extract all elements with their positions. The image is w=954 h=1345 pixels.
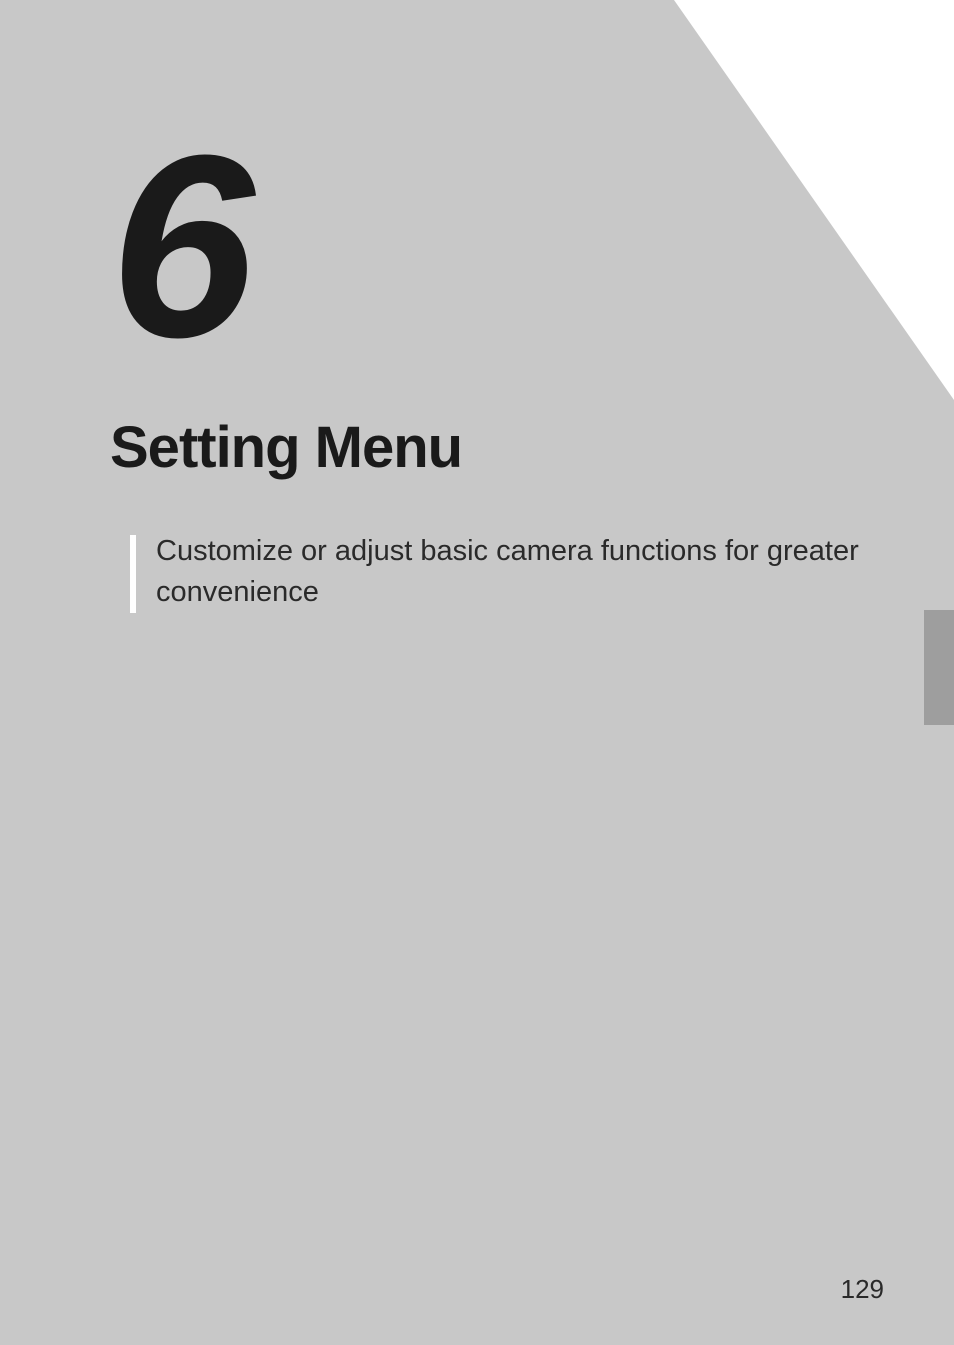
corner-decoration [674, 0, 954, 400]
page-number: 129 [841, 1274, 884, 1305]
chapter-title: Setting Menu [110, 414, 874, 481]
description-block: Customize or adjust basic camera functio… [110, 531, 874, 613]
side-tab-marker [924, 610, 954, 725]
accent-bar [130, 535, 136, 613]
chapter-description: Customize or adjust basic camera functio… [156, 531, 874, 612]
